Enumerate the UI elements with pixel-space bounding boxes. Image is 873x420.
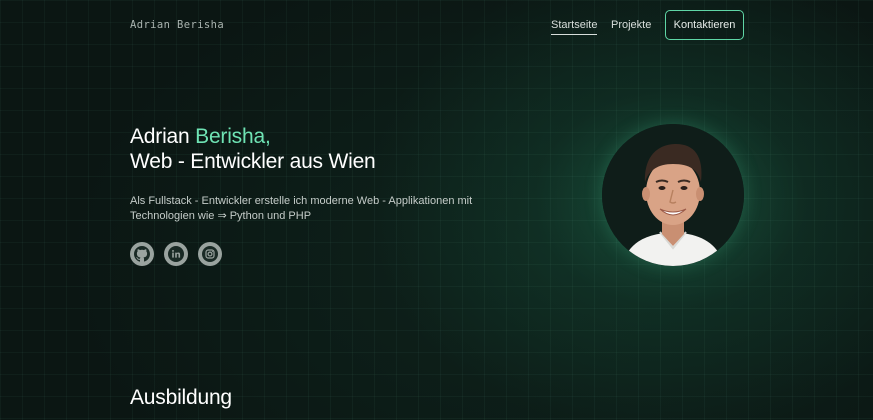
instagram-icon[interactable]	[198, 242, 222, 266]
page: Adrian Berisha Startseite Projekte Konta…	[0, 0, 873, 420]
nav-link-startseite[interactable]: Startseite	[551, 19, 598, 35]
contact-button[interactable]: Kontaktieren	[665, 10, 744, 40]
profile-photo	[602, 124, 744, 266]
nav-link-projekte[interactable]: Projekte	[611, 19, 651, 31]
hero-title: Adrian Berisha, Web - Entwickler aus Wie…	[130, 124, 376, 174]
section-title-ausbildung: Ausbildung	[130, 386, 232, 409]
social-links	[130, 242, 222, 266]
brand-logo[interactable]: Adrian Berisha	[130, 19, 224, 31]
hero-description: Als Fullstack - Entwickler erstelle ich …	[130, 195, 473, 222]
hero-name-first: Adrian	[130, 125, 196, 148]
linkedin-icon[interactable]	[164, 242, 188, 266]
hero-name-accent: Berisha,	[195, 125, 271, 148]
hero-subtitle: Web - Entwickler aus Wien	[130, 150, 376, 173]
github-icon[interactable]	[130, 242, 154, 266]
